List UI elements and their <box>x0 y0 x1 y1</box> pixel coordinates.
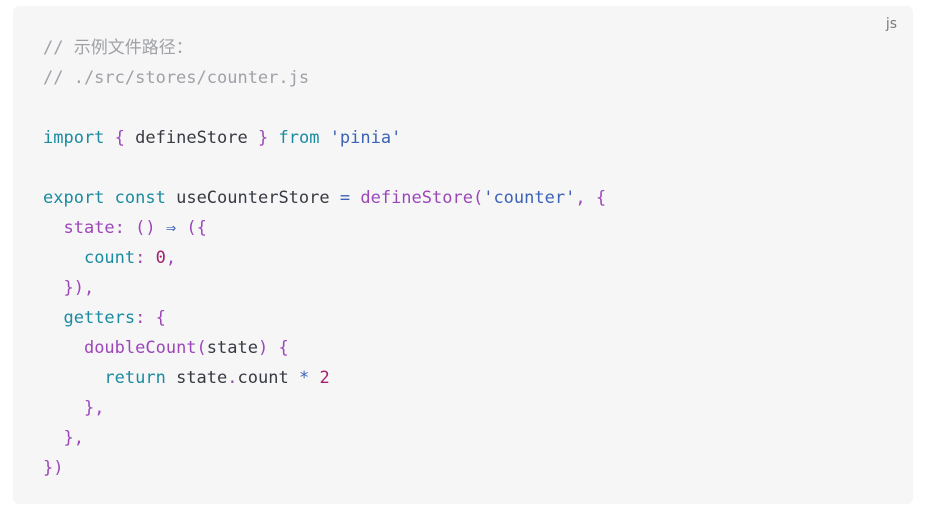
code-block: js // 示例文件路径： // ./src/stores/counter.js i… <box>13 6 913 504</box>
code-token: getters <box>63 308 136 328</box>
code-token: state <box>165 368 228 388</box>
code-line: }), <box>43 273 606 303</box>
code-token: 'counter' <box>483 188 576 208</box>
code-token: state <box>63 218 115 238</box>
code-token: }, <box>83 398 105 418</box>
code-token: ⇒ <box>165 218 177 238</box>
code-token: ( <box>472 188 484 208</box>
code-token: 0 <box>155 248 166 268</box>
code-line: import { defineStore } from 'pinia' <box>43 123 606 153</box>
code-token: return <box>104 368 166 388</box>
language-label: js <box>885 16 897 32</box>
code-line: count: 0, <box>43 243 606 273</box>
code-token: defineStore <box>360 188 473 208</box>
code-token: count <box>237 368 299 388</box>
code-token: // ./src/stores/counter.js <box>43 68 310 88</box>
code-token: const <box>114 188 166 208</box>
code-token: 'pinia' <box>329 128 402 148</box>
code-line: getters: { <box>43 303 606 333</box>
code-token: , <box>165 248 177 268</box>
code-token: { <box>114 128 125 148</box>
code-token: { <box>155 308 166 328</box>
code-token: : <box>135 308 146 328</box>
code-token: // 示例文件路径： <box>43 38 193 58</box>
code-token: from <box>278 128 320 148</box>
code-token: 2 <box>319 368 330 388</box>
code-line: // 示例文件路径： <box>43 33 606 63</box>
code-line: // ./src/stores/counter.js <box>43 63 606 93</box>
code-token: ( <box>196 338 207 358</box>
code-line: doubleCount(state) { <box>43 333 606 363</box>
code-token: { <box>595 188 607 208</box>
code-token: . <box>227 368 238 388</box>
code-token: defineStore <box>124 128 258 148</box>
code-token: }), <box>63 278 95 298</box>
code-line: }, <box>43 393 606 423</box>
code-token: : <box>114 218 125 238</box>
code-token: count <box>83 248 136 268</box>
code-token: } <box>257 128 269 148</box>
code-token: import <box>43 128 105 148</box>
code-line: }, <box>43 423 606 453</box>
code-token: state <box>206 338 258 358</box>
code-token: ) <box>257 338 269 358</box>
code-token: ({ <box>186 218 207 238</box>
code-token: doubleCount <box>83 338 197 358</box>
code-content[interactable]: // 示例文件路径： // ./src/stores/counter.js impo… <box>43 33 606 483</box>
code-line: return state.count * 2 <box>43 363 606 393</box>
code-token: export <box>43 188 105 208</box>
code-token: * <box>298 368 310 388</box>
code-token: = <box>339 188 351 208</box>
code-token: () <box>135 218 156 238</box>
code-line: export const useCounterStore = defineSto… <box>43 183 606 213</box>
code-token: useCounterStore <box>165 188 340 208</box>
code-line: state: () ⇒ ({ <box>43 213 606 243</box>
code-token: { <box>278 338 289 358</box>
code-token: }) <box>43 458 64 478</box>
code-line: }) <box>43 453 606 483</box>
code-token: }, <box>63 428 84 448</box>
code-token: : <box>135 248 146 268</box>
code-token: , <box>575 188 586 208</box>
